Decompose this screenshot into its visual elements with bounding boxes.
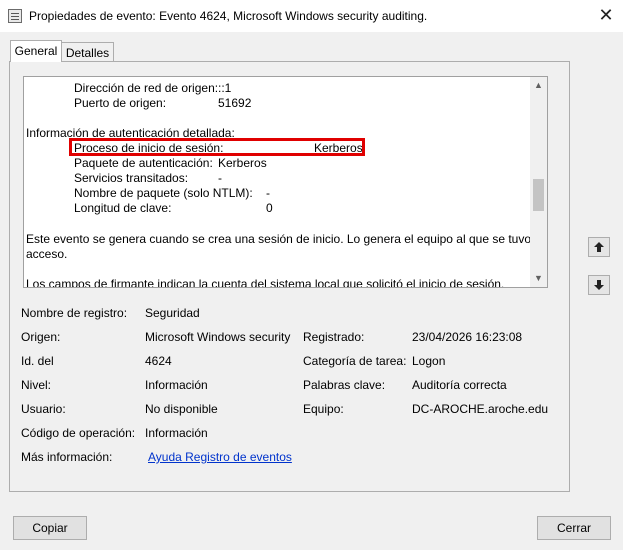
palabras-clave-value: Auditoría correcta bbox=[412, 378, 507, 392]
highlight-box bbox=[69, 138, 365, 156]
registrado-value: 23/04/2026 16:23:08 bbox=[412, 330, 523, 344]
nombre-paquete-label: Nombre de paquete (solo NTLM): bbox=[74, 186, 253, 200]
puerto-label: Puerto de origen: bbox=[74, 96, 167, 110]
id-value: 4624 bbox=[145, 354, 172, 368]
palabras-clave-label: Palabras clave: bbox=[303, 378, 386, 392]
mas-informacion-label: Más información: bbox=[21, 450, 113, 464]
usuario-label: Usuario: bbox=[21, 402, 66, 416]
paquete-label: Paquete de autenticación: bbox=[74, 156, 213, 170]
registrado-label: Registrado: bbox=[303, 330, 365, 344]
categoria-value: Logon bbox=[412, 354, 446, 368]
description-paragraph-1a: Este evento se genera cuando se crea una… bbox=[26, 232, 532, 246]
paquete-value: Kerberos bbox=[218, 156, 267, 170]
arrow-up-icon bbox=[594, 242, 604, 252]
id-label: Id. del bbox=[21, 354, 54, 368]
servicios-value: - bbox=[218, 171, 222, 185]
title-bar: Propiedades de evento: Evento 4624, Micr… bbox=[0, 0, 623, 32]
tab-detalles[interactable]: Detalles bbox=[62, 42, 114, 62]
tab-general[interactable]: General bbox=[10, 40, 62, 62]
previous-event-button[interactable] bbox=[588, 237, 610, 257]
nombre-registro-label: Nombre de registro: bbox=[21, 306, 128, 320]
codigo-operacion-value: Información bbox=[145, 426, 208, 440]
description-scrollbar[interactable]: ▲ ▼ bbox=[530, 77, 547, 287]
scroll-up-icon[interactable]: ▲ bbox=[530, 77, 547, 94]
origen-value: Microsoft Windows security bbox=[145, 330, 291, 344]
puerto-value: 51692 bbox=[218, 96, 252, 110]
window-title: Propiedades de evento: Evento 4624, Micr… bbox=[29, 9, 428, 23]
copy-button[interactable]: Copiar bbox=[13, 516, 87, 540]
close-dialog-button[interactable]: Cerrar bbox=[537, 516, 611, 540]
usuario-value: No disponible bbox=[145, 402, 218, 416]
event-properties-icon bbox=[8, 9, 22, 23]
nombre-registro-value: Seguridad bbox=[145, 306, 200, 320]
description-paragraph-1b: acceso. bbox=[26, 247, 68, 261]
nivel-label: Nivel: bbox=[21, 378, 52, 392]
dir-red-label: Dirección de red de origen: bbox=[74, 81, 219, 95]
equipo-value: DC-AROCHE.aroche.edu bbox=[412, 402, 549, 416]
event-log-help-link[interactable]: Ayuda Registro de eventos bbox=[148, 450, 292, 464]
longitud-value: 0 bbox=[266, 201, 273, 215]
codigo-operacion-label: Código de operación: bbox=[21, 426, 136, 440]
nivel-value: Información bbox=[145, 378, 208, 392]
next-event-button[interactable] bbox=[588, 275, 610, 295]
close-button[interactable]: ✕ bbox=[594, 4, 618, 26]
nombre-paquete-value: - bbox=[266, 186, 270, 200]
scroll-thumb[interactable] bbox=[533, 179, 544, 211]
arrow-down-icon bbox=[594, 280, 604, 290]
scroll-down-icon[interactable]: ▼ bbox=[530, 270, 547, 287]
servicios-label: Servicios transitados: bbox=[74, 171, 189, 185]
dir-red-value: ::1 bbox=[218, 81, 232, 95]
description-paragraph-2: Los campos de firmante indican la cuenta… bbox=[26, 277, 505, 288]
origen-label: Origen: bbox=[21, 330, 61, 344]
longitud-label: Longitud de clave: bbox=[74, 201, 172, 215]
equipo-label: Equipo: bbox=[303, 402, 344, 416]
event-description[interactable]: Dirección de red de origen: ::1 Puerto d… bbox=[23, 76, 548, 288]
categoria-label: Categoría de tarea: bbox=[303, 354, 407, 368]
